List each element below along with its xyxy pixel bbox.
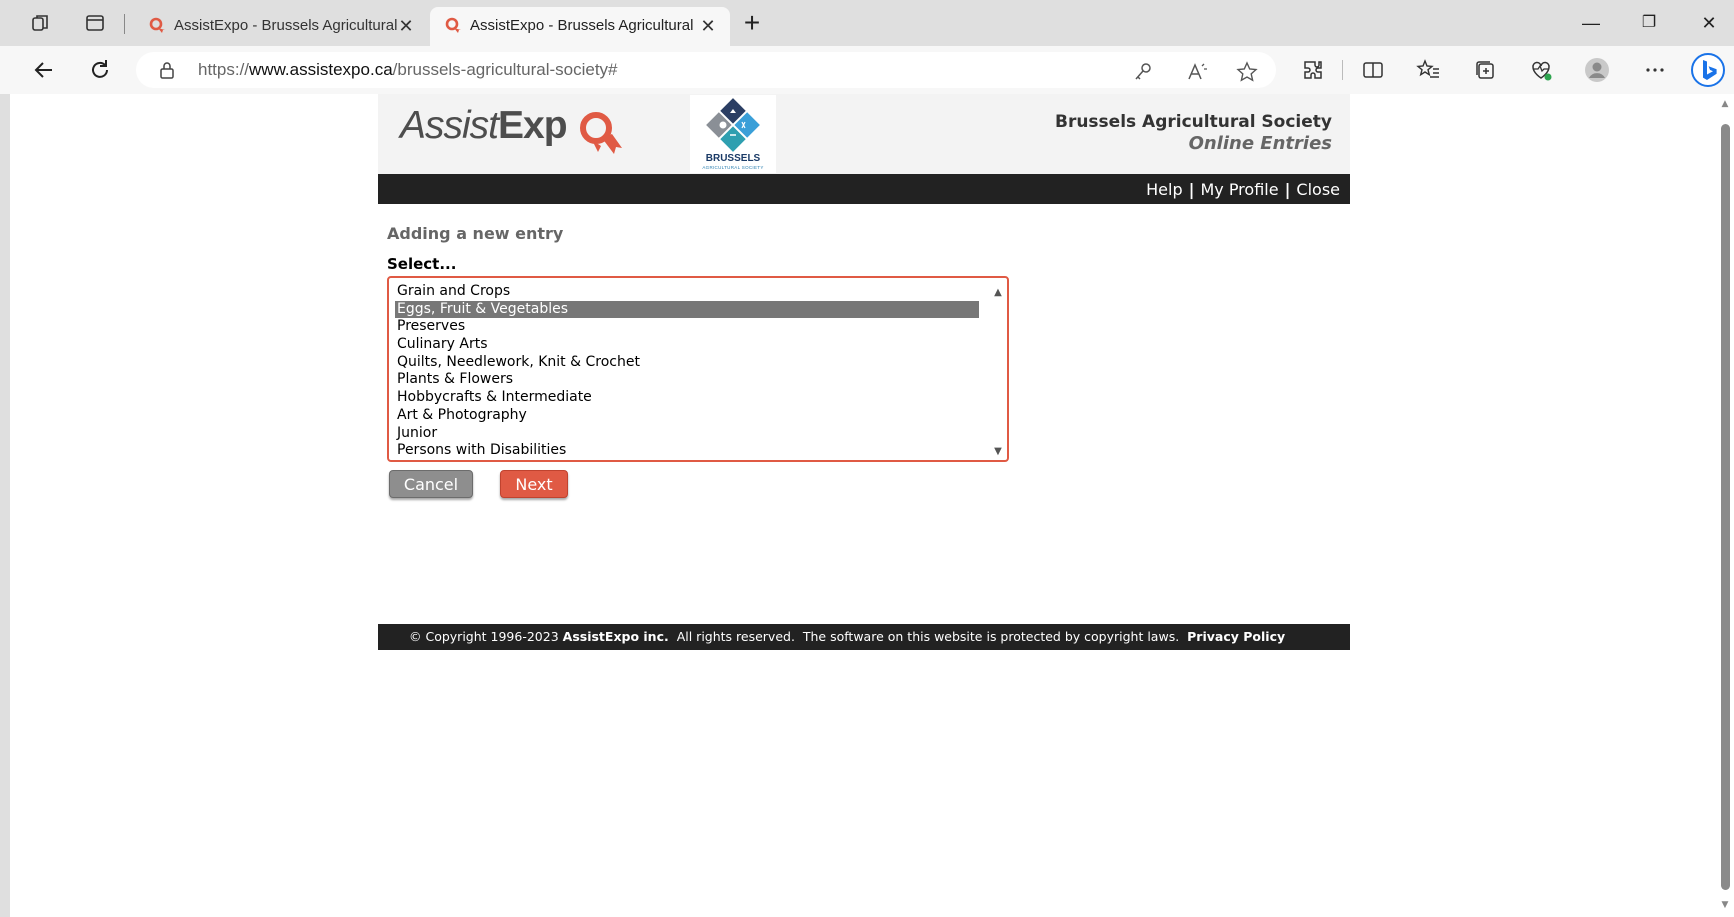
entry-form: Adding a new entry Select... Grain and C…: [378, 204, 1350, 502]
tab-title: AssistExpo - Brussels Agricultural: [174, 17, 398, 34]
category-option[interactable]: Grain and Crops: [395, 283, 979, 301]
listbox-scrollbar[interactable]: ▲ ▼: [991, 280, 1005, 458]
browser-toolbar: https://www.assistexpo.ca/brussels-agric…: [0, 46, 1734, 94]
profile-avatar-icon[interactable]: [1584, 57, 1610, 83]
close-tab-icon[interactable]: ✕: [396, 16, 416, 36]
close-tab-icon[interactable]: ✕: [698, 16, 718, 36]
society-logo-name: BRUSSELS: [705, 153, 761, 164]
brussels-society-logo: BRUSSELS AGRICULTURAL SOCIETY: [690, 95, 776, 173]
tab-inactive[interactable]: AssistExpo - Brussels Agricultural ✕: [134, 7, 426, 46]
logo-assist-text: Assist: [400, 104, 499, 147]
url-text[interactable]: https://www.assistexpo.ca/brussels-agric…: [198, 60, 618, 80]
society-emblem-icon: [706, 98, 760, 152]
browser-essentials-icon[interactable]: [1528, 57, 1554, 83]
refresh-icon[interactable]: [86, 56, 114, 84]
category-option[interactable]: Plants & Flowers: [395, 371, 979, 389]
url-scheme: https://: [198, 60, 250, 79]
new-tab-button[interactable]: +: [740, 9, 764, 37]
category-option[interactable]: Hobbycrafts & Intermediate: [395, 389, 979, 407]
tab-separator: [124, 14, 125, 34]
collections-icon[interactable]: [1472, 57, 1498, 83]
scroll-up-icon[interactable]: ▲: [1720, 99, 1730, 109]
company-name: AssistExpo inc.: [562, 629, 669, 644]
restore-button[interactable]: ❐: [1634, 10, 1664, 36]
split-screen-icon[interactable]: [1360, 57, 1386, 83]
society-title: Brussels Agricultural Society: [1054, 112, 1332, 132]
back-icon[interactable]: [30, 56, 58, 84]
site-footer: © Copyright 1996-2023 AssistExpo inc. Al…: [378, 624, 1350, 650]
read-aloud-icon[interactable]: [1186, 61, 1208, 83]
minimize-button[interactable]: —: [1576, 10, 1606, 36]
more-options-icon[interactable]: [1642, 57, 1668, 83]
page-container: AssistExp BRUSSELS AGRICULTURAL SOCIETY …: [378, 94, 1350, 650]
rosette-icon: [580, 112, 622, 154]
tab-active[interactable]: AssistExpo - Brussels Agricultural ✕: [430, 7, 730, 46]
extensions-icon[interactable]: [1300, 57, 1326, 83]
category-option[interactable]: Preserves: [395, 318, 979, 336]
bing-copilot-icon[interactable]: [1690, 52, 1726, 88]
category-option[interactable]: Quilts, Needlework, Knit & Crochet: [395, 354, 979, 372]
category-listbox[interactable]: Grain and Crops Eggs, Fruit & Vegetables…: [387, 276, 1009, 462]
site-header: AssistExp BRUSSELS AGRICULTURAL SOCIETY …: [378, 94, 1350, 174]
cancel-button[interactable]: Cancel: [389, 470, 473, 498]
key-icon[interactable]: [1132, 61, 1154, 83]
next-button[interactable]: Next: [500, 470, 568, 498]
scroll-down-icon[interactable]: ▼: [1720, 900, 1730, 910]
top-menu-bar: Help | My Profile | Close: [378, 174, 1350, 204]
listbox-scroll-down-icon[interactable]: ▼: [992, 446, 1004, 458]
category-option[interactable]: Art & Photography: [395, 407, 979, 425]
privacy-policy-link[interactable]: Privacy Policy: [1187, 629, 1285, 644]
rights-text: All rights reserved. The software on thi…: [676, 629, 1180, 644]
menu-separator: |: [1284, 180, 1291, 199]
assistexpo-favicon-icon: [148, 17, 166, 35]
window-frame-left: [0, 0, 10, 917]
menu-separator: |: [1188, 180, 1195, 199]
url-path: /brussels-agricultural-society#: [392, 60, 618, 79]
toolbar-separator: [1342, 60, 1343, 80]
category-option[interactable]: Persons with Disabilities: [395, 442, 979, 460]
form-heading: Adding a new entry: [387, 224, 564, 243]
tab-title: AssistExpo - Brussels Agricultural: [470, 17, 694, 34]
assistexpo-favicon-icon: [444, 17, 462, 35]
url-host: www.assistexpo.ca: [249, 60, 393, 79]
workspaces-icon[interactable]: [30, 12, 52, 34]
page-scrollbar[interactable]: ▲ ▼: [1716, 94, 1734, 917]
close-link[interactable]: Close: [1296, 180, 1340, 199]
logo-expo-text: Exp: [498, 104, 568, 147]
help-link[interactable]: Help: [1146, 180, 1182, 199]
tab-actions-icon[interactable]: [84, 12, 106, 34]
category-option[interactable]: Culinary Arts: [395, 336, 979, 354]
category-option[interactable]: Junior: [395, 425, 979, 443]
select-label: Select...: [387, 255, 457, 273]
favorite-star-icon[interactable]: [1236, 61, 1258, 83]
scrollbar-thumb[interactable]: [1721, 124, 1730, 890]
favorites-icon[interactable]: [1416, 57, 1442, 83]
category-option-selected[interactable]: Eggs, Fruit & Vegetables: [395, 300, 979, 319]
my-profile-link[interactable]: My Profile: [1200, 180, 1278, 199]
close-window-button[interactable]: ✕: [1694, 10, 1724, 36]
society-logo-subtitle: AGRICULTURAL SOCIETY: [702, 165, 764, 170]
browser-tab-strip: AssistExpo - Brussels Agricultural ✕ Ass…: [0, 0, 1734, 917]
address-bar[interactable]: https://www.assistexpo.ca/brussels-agric…: [136, 52, 1276, 88]
form-buttons: Cancel Next: [387, 470, 1350, 502]
online-entries-subtitle: Online Entries: [1188, 133, 1332, 154]
assistexpo-logo[interactable]: AssistExp: [400, 104, 622, 164]
lock-icon[interactable]: [158, 61, 176, 79]
copyright-text: © Copyright 1996-2023: [409, 629, 559, 644]
listbox-scroll-up-icon[interactable]: ▲: [992, 287, 1004, 299]
